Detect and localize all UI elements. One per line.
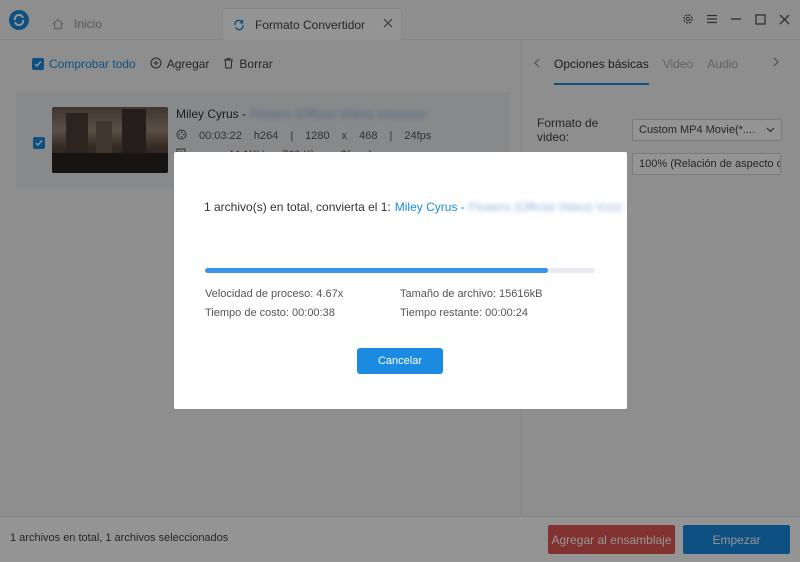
remaining-time: Tiempo restante: 00:00:24	[400, 307, 529, 319]
progress-bar	[205, 268, 595, 273]
cancel-button[interactable]: Cancelar	[357, 348, 443, 374]
dialog-message: 1 archivo(s) en total, convierta el 1: M…	[204, 200, 636, 214]
dialog-file-name-blurred: Flowers (Official Video) Vzzz ...	[468, 200, 636, 214]
elapsed-time: Tiempo de costo: 00:00:38	[205, 307, 335, 319]
process-speed: Velocidad de proceso: 4.67x	[205, 288, 344, 300]
file-size: Tamaño de archivo: 15616kB	[400, 288, 543, 300]
progress-bar-fill	[205, 268, 549, 273]
dialog-file-name: Miley Cyrus -	[394, 200, 465, 214]
conversion-progress-dialog: 1 archivo(s) en total, convierta el 1: M…	[174, 152, 635, 409]
